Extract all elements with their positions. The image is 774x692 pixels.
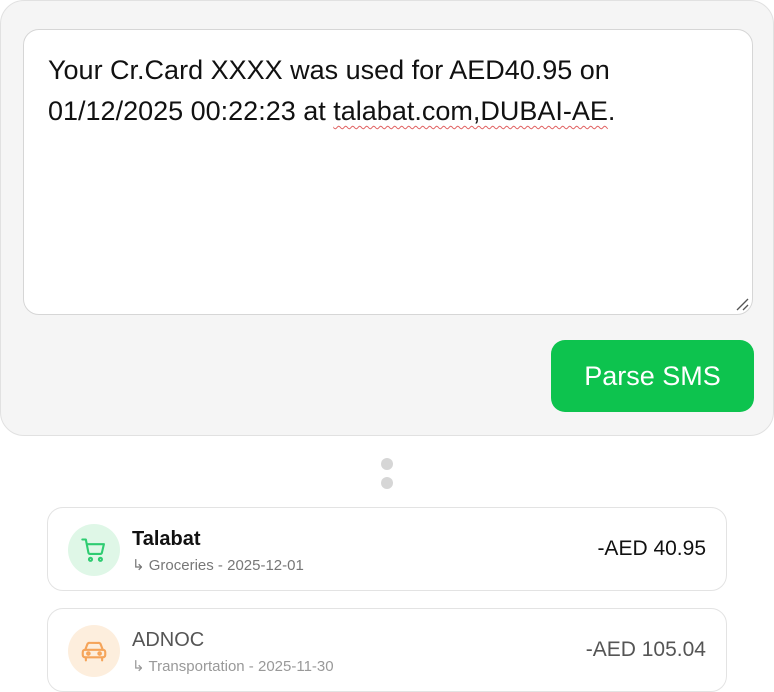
transaction-card-talabat[interactable]: Talabat ↳ Groceries - 2025-12-01 -AED 40… <box>47 507 727 591</box>
sms-textarea[interactable]: Your Cr.Card XXXX was used for AED40.95 … <box>23 29 753 315</box>
shopping-cart-icon <box>81 538 105 562</box>
transaction-icon-badge <box>68 625 120 677</box>
transaction-detail: ↳ Groceries - 2025-12-01 <box>132 556 304 574</box>
transaction-detail-text: Transportation - 2025-11-30 <box>148 658 334 675</box>
transaction-detail-arrow: ↳ <box>132 557 145 574</box>
sms-text-line-2: 01/12/2025 00:22:23 at talabat.com,DUBAI… <box>48 91 728 132</box>
transaction-amount: -AED 105.04 <box>585 638 706 661</box>
drag-handle-dot-bottom[interactable] <box>381 477 393 489</box>
sms-input-panel: Your Cr.Card XXXX was used for AED40.95 … <box>0 0 774 436</box>
parse-sms-button[interactable]: Parse SMS <box>551 340 754 412</box>
car-icon <box>81 641 107 662</box>
transaction-detail-arrow: ↳ <box>132 658 145 675</box>
transaction-icon-badge <box>68 524 120 576</box>
drag-handle-dot-top[interactable] <box>381 458 393 470</box>
transaction-card-adnoc[interactable]: ADNOC ↳ Transportation - 2025-11-30 -AED… <box>47 608 727 692</box>
transaction-amount: -AED 40.95 <box>597 537 706 560</box>
transaction-merchant: ADNOC <box>132 629 205 651</box>
sms-suffix-text: . <box>607 96 616 126</box>
transaction-merchant: Talabat <box>132 528 201 550</box>
transaction-detail-text: Groceries - 2025-12-01 <box>148 557 304 574</box>
sms-merchant-text: talabat.com,DUBAI-AE <box>333 96 608 126</box>
sms-text-line-1: Your Cr.Card XXXX was used for AED40.95 … <box>48 55 610 85</box>
resize-handle-icon[interactable] <box>735 297 749 311</box>
sms-date-text: 01/12/2025 00:22:23 at <box>48 96 334 126</box>
transaction-detail: ↳ Transportation - 2025-11-30 <box>132 657 334 675</box>
